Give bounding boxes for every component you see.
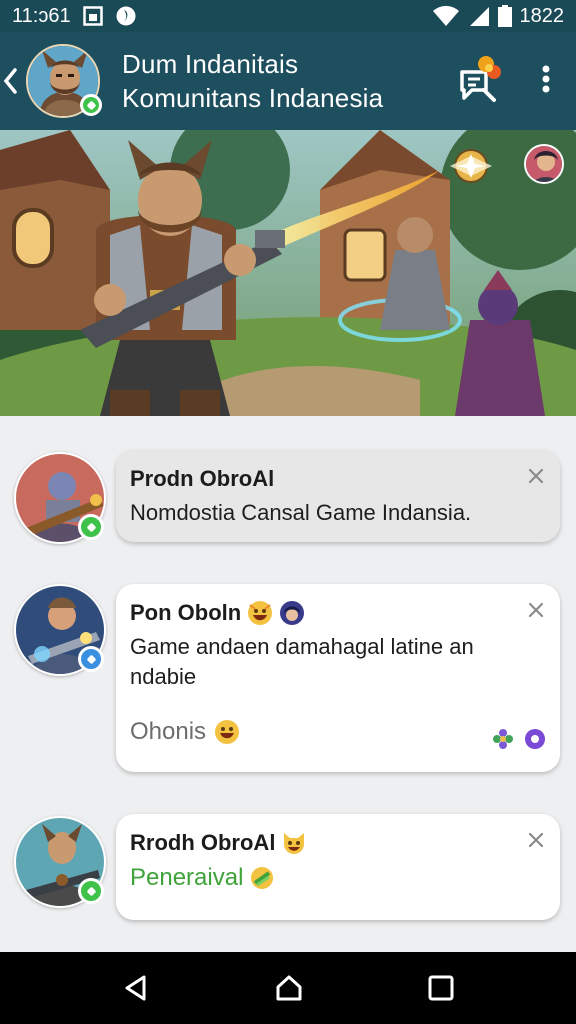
online-status-icon (78, 878, 104, 904)
reaction-summary: Ohonis (130, 718, 520, 746)
sender-name: Pon Oboln (130, 600, 242, 625)
sender-name-row: Pon Oboln (130, 598, 520, 628)
group-avatar[interactable] (26, 44, 102, 118)
online-status-icon (78, 514, 104, 540)
online-status-icon (80, 94, 102, 116)
reaction-label: Ohonis (130, 718, 207, 745)
sender-name: Prodn ObroAl (130, 466, 275, 491)
more-vert-icon[interactable] (542, 65, 550, 98)
close-icon[interactable] (526, 466, 546, 486)
message-bubble[interactable]: Rrodh ObroAl Peneraival (116, 814, 560, 920)
group-title: Dum Indanitais (122, 49, 299, 79)
status-bar: 11:ɔ61 1822 (0, 0, 576, 32)
chat-notification-icon[interactable] (456, 54, 502, 109)
close-icon[interactable] (526, 600, 546, 620)
group-subtitle: Komunitans Indanesia (122, 83, 384, 113)
money-emoji-icon (251, 867, 274, 889)
message-bubble[interactable]: Pon Oboln Game andaen damahagal latine a… (116, 584, 560, 772)
header-titles[interactable]: Dum Indanitais Komunitans Indanesia (122, 47, 383, 115)
online-status-icon (78, 646, 104, 672)
avatar[interactable] (14, 452, 106, 544)
grin-emoji-icon (248, 601, 273, 625)
signal-icon (468, 5, 490, 27)
battery-level: 1822 (519, 4, 565, 27)
record-icon[interactable] (524, 728, 546, 750)
system-nav-bar (0, 952, 576, 1024)
gallery-icon (82, 6, 103, 26)
wifi-icon (432, 5, 460, 27)
player-avatar-small[interactable] (524, 144, 564, 184)
message-text: Game andaen damahagal latine an ndabie (130, 634, 474, 689)
reaction-actions (492, 728, 546, 750)
game-banner-image (0, 130, 576, 416)
battery-icon (497, 5, 512, 27)
hooded-avatar-icon (280, 601, 305, 625)
app-header: Dum Indanitais Komunitans Indanesia (0, 32, 576, 130)
message-text: Peneraival (130, 864, 244, 891)
sender-name-row: Rrodh ObroAl (130, 828, 520, 858)
close-icon[interactable] (526, 830, 546, 850)
cat-grin-emoji-icon (284, 833, 305, 854)
message-list[interactable]: Prodn ObroAl Nomdostia Cansal Game Indan… (0, 416, 576, 952)
back-button[interactable] (0, 32, 22, 130)
nav-home-icon[interactable] (274, 973, 304, 1003)
nav-recents-icon[interactable] (428, 975, 454, 1001)
nav-back-icon[interactable] (122, 974, 150, 1002)
flower-icon[interactable] (492, 728, 514, 750)
avatar[interactable] (14, 816, 106, 908)
back-icon (3, 68, 17, 94)
message-bubble[interactable]: Prodn ObroAl Nomdostia Cansal Game Indan… (116, 450, 560, 542)
message-text: Nomdostia Cansal Game Indansia. (130, 500, 472, 525)
data-saver-icon (115, 5, 137, 27)
message-text-row: Peneraival (130, 864, 520, 892)
smile-emoji-icon (215, 720, 240, 744)
sender-name: Rrodh ObroAl (130, 830, 276, 855)
avatar[interactable] (14, 584, 106, 676)
status-time: 11:ɔ61 (12, 4, 71, 27)
achievement-badge-icon[interactable] (446, 146, 496, 186)
